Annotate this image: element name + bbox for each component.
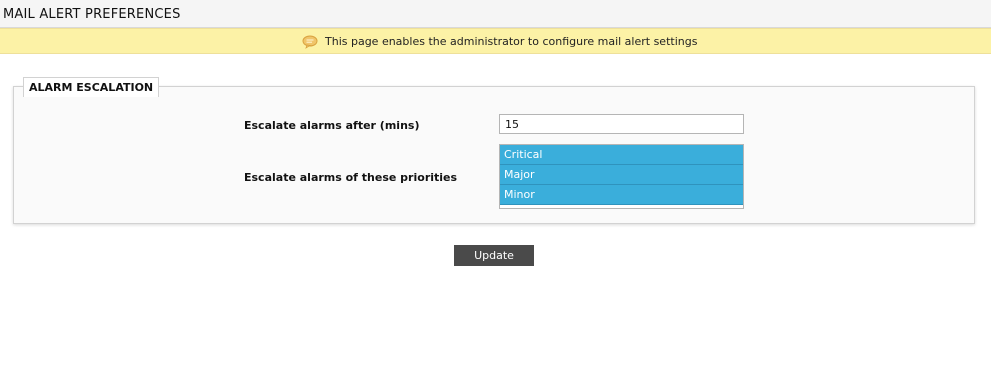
alarm-escalation-panel <box>13 86 975 224</box>
update-button[interactable]: Update <box>454 245 534 266</box>
escalate-after-input[interactable] <box>499 114 744 134</box>
speech-bubble-icon <box>302 34 318 49</box>
priority-option-minor[interactable]: Minor <box>500 185 743 205</box>
escalate-after-label: Escalate alarms after (mins) <box>244 119 420 132</box>
escalate-priorities-label: Escalate alarms of these priorities <box>244 171 458 184</box>
alarm-escalation-legend: ALARM ESCALATION <box>23 77 160 97</box>
info-message: This page enables the administrator to c… <box>325 35 698 48</box>
priority-multiselect[interactable]: Critical Major Minor <box>499 144 744 209</box>
page-header: MAIL ALERT PREFERENCES <box>0 0 991 28</box>
page-title: MAIL ALERT PREFERENCES <box>3 7 181 22</box>
info-bar: This page enables the administrator to c… <box>0 28 991 54</box>
priority-option-major[interactable]: Major <box>500 165 743 185</box>
priority-option-critical[interactable]: Critical <box>500 145 743 165</box>
